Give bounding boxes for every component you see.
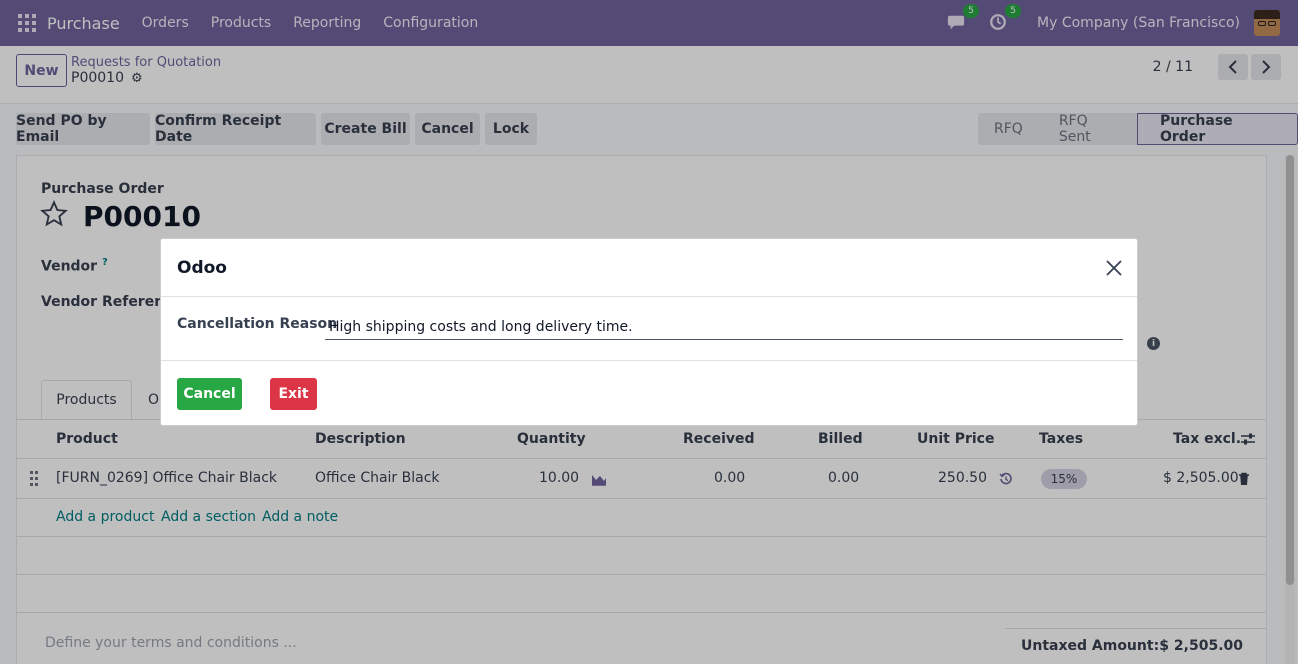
dialog-exit-button[interactable]: Exit bbox=[270, 378, 317, 410]
dialog-header: Odoo bbox=[161, 239, 1137, 297]
cancellation-reason-input[interactable] bbox=[325, 314, 1123, 340]
dialog-body: Cancellation Reason bbox=[161, 298, 1137, 361]
dialog-title: Odoo bbox=[177, 258, 227, 278]
cancellation-dialog: Odoo Cancellation Reason Cancel Exit bbox=[160, 238, 1138, 426]
dialog-cancel-button[interactable]: Cancel bbox=[177, 378, 242, 410]
close-icon[interactable] bbox=[1105, 259, 1123, 277]
dialog-footer: Cancel Exit bbox=[161, 362, 1137, 425]
cancellation-reason-label: Cancellation Reason bbox=[177, 316, 338, 332]
